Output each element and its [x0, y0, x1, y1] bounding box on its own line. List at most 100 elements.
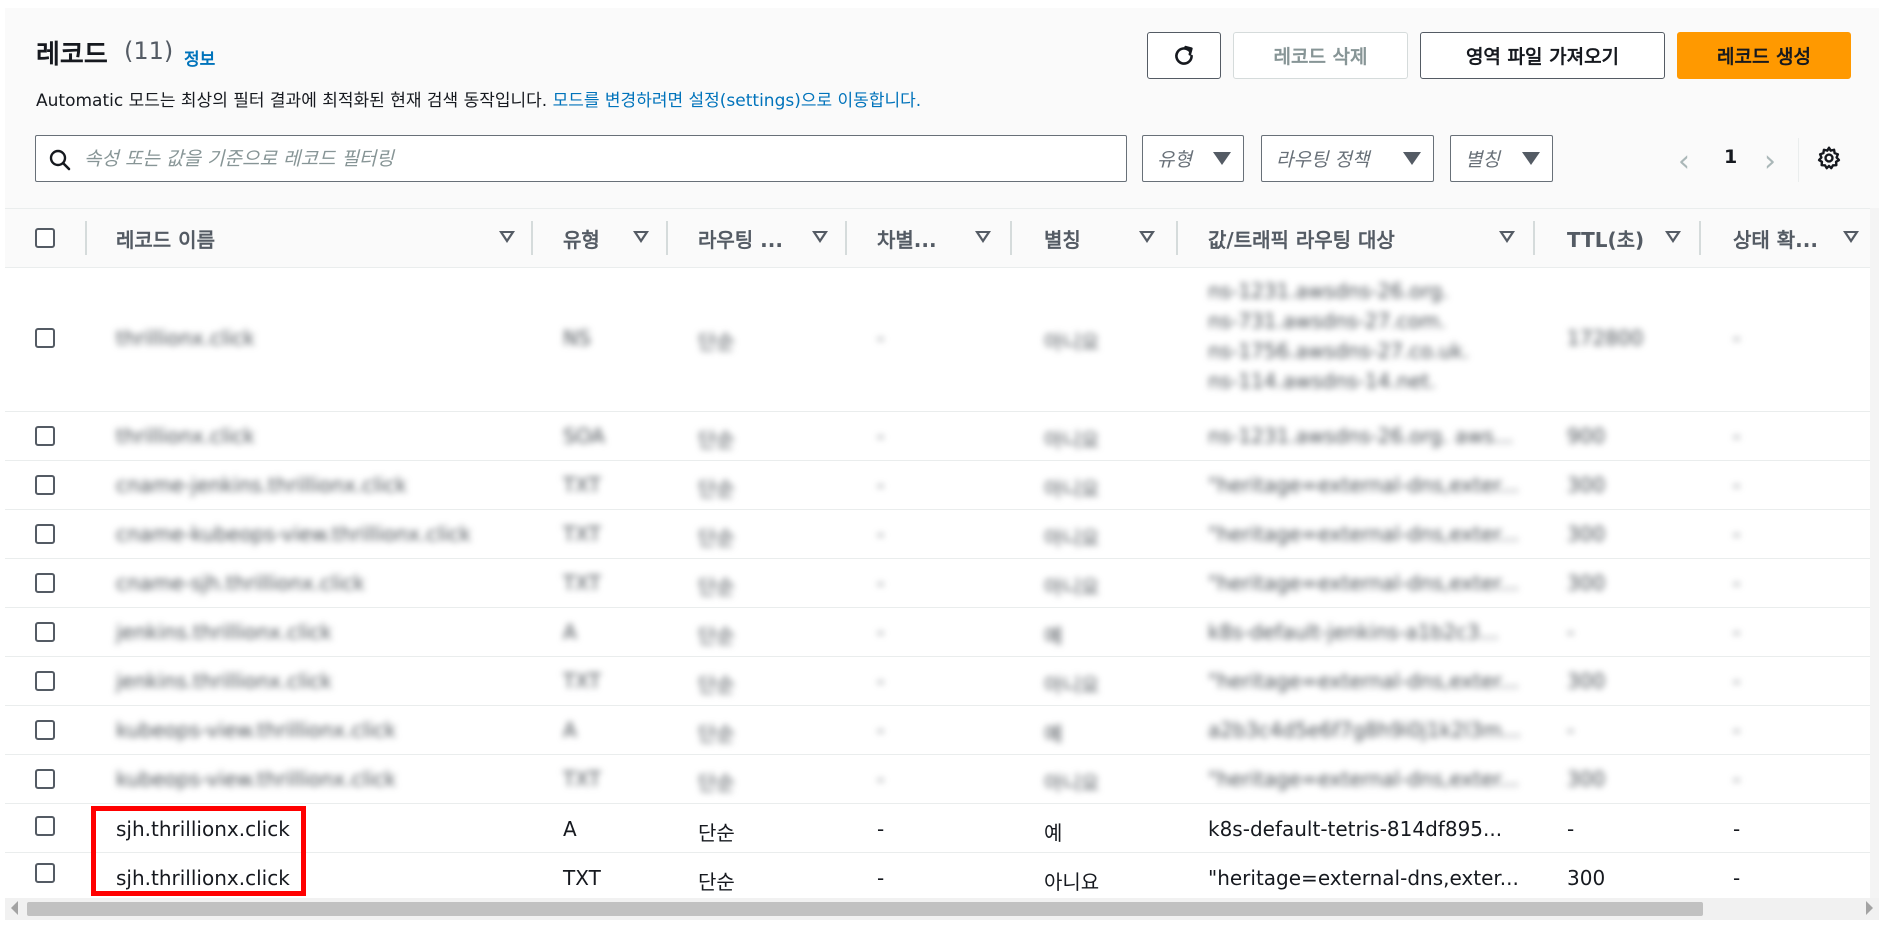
record-type: A	[563, 620, 577, 644]
info-link[interactable]: 정보	[184, 45, 215, 70]
row-checkbox[interactable]	[35, 524, 55, 544]
import-zone-file-button[interactable]: 영역 파일 가져오기	[1420, 32, 1665, 79]
record-health-check: -	[1733, 620, 1741, 644]
sort-icon[interactable]	[975, 231, 991, 243]
record-health-check: -	[1733, 522, 1741, 546]
col-header-value[interactable]: 값/트래픽 라우팅 대상	[1208, 209, 1395, 267]
record-filter-search[interactable]	[35, 135, 1127, 182]
record-differentiator: -	[877, 326, 885, 350]
record-name[interactable]: cname-kubeops-view.thrillionx.click	[116, 522, 471, 546]
record-name[interactable]: jenkins.thrillionx.click	[116, 669, 332, 693]
record-health-check: -	[1733, 866, 1741, 890]
record-differentiator: -	[877, 718, 885, 742]
sort-icon[interactable]	[1499, 231, 1515, 243]
record-name[interactable]: cname-sjh.thrillionx.click	[116, 571, 365, 595]
record-differentiator: -	[877, 522, 885, 546]
table-row[interactable]: kubeops-view.thrillionx.click TXT 단순 - 아…	[5, 755, 1879, 804]
record-ttl: 172800	[1567, 326, 1644, 350]
page-title: 레코드	[36, 40, 108, 70]
record-routing: 단순	[698, 526, 735, 550]
chevron-left-icon[interactable]: ‹	[1678, 144, 1690, 179]
table-row[interactable]: jenkins.thrillionx.click TXT 단순 - 아니요 "h…	[5, 657, 1879, 706]
type-filter-select[interactable]: 유형	[1142, 135, 1244, 182]
sort-icon[interactable]	[1139, 231, 1155, 243]
search-input[interactable]	[84, 136, 1114, 181]
record-ttl: -	[1567, 817, 1575, 841]
row-checkbox[interactable]	[35, 426, 55, 446]
table-row[interactable]: jenkins.thrillionx.click A 단순 - 예 k8s-de…	[5, 608, 1879, 657]
scroll-left-arrow-icon[interactable]	[11, 901, 18, 915]
horizontal-scrollbar[interactable]	[5, 898, 1879, 920]
record-health-check: -	[1733, 817, 1741, 841]
row-checkbox[interactable]	[35, 573, 55, 593]
current-page-number[interactable]: 1	[1724, 146, 1737, 168]
table-row[interactable]: thrillionx.click NS 단순 - 아니요 ns-1231.aws…	[5, 268, 1879, 412]
refresh-button[interactable]	[1147, 32, 1221, 79]
table-row[interactable]: cname-sjh.thrillionx.click TXT 단순 - 아니요 …	[5, 559, 1879, 608]
select-all-checkbox[interactable]	[35, 228, 55, 248]
sort-icon[interactable]	[1843, 231, 1859, 243]
sort-icon[interactable]	[499, 231, 515, 243]
record-alias: 아니요	[1044, 870, 1100, 894]
record-differentiator: -	[877, 669, 885, 693]
record-value-line: ns-1231.awsdns-26.org.	[1208, 279, 1449, 303]
delete-record-button[interactable]: 레코드 삭제	[1233, 32, 1408, 79]
record-type: TXT	[563, 473, 601, 497]
chevron-right-icon[interactable]: ›	[1764, 144, 1776, 179]
col-header-alias[interactable]: 별칭	[1044, 209, 1081, 267]
row-checkbox[interactable]	[35, 475, 55, 495]
column-divider	[666, 221, 668, 255]
refresh-icon	[1175, 45, 1193, 65]
row-checkbox[interactable]	[35, 720, 55, 740]
col-header-health-check[interactable]: 상태 확...	[1733, 209, 1818, 267]
row-checkbox[interactable]	[35, 863, 55, 883]
record-differentiator: -	[877, 866, 885, 890]
record-value: ns-1231.awsdns-26.org. aws...	[1208, 424, 1514, 448]
record-type: NS	[563, 326, 591, 350]
record-type: TXT	[563, 866, 601, 890]
record-name[interactable]: thrillionx.click	[116, 424, 255, 448]
col-header-routing[interactable]: 라우팅 ...	[698, 209, 783, 267]
row-checkbox[interactable]	[35, 769, 55, 789]
record-alias: 아니요	[1044, 428, 1100, 452]
search-icon	[49, 149, 71, 171]
col-header-differentiator[interactable]: 차별...	[877, 209, 937, 267]
table-row[interactable]: cname-kubeops-view.thrillionx.click TXT …	[5, 510, 1879, 559]
col-header-ttl[interactable]: TTL(초)	[1567, 209, 1644, 267]
record-name[interactable]: jenkins.thrillionx.click	[116, 620, 332, 644]
routing-policy-filter-select[interactable]: 라우팅 정책	[1261, 135, 1434, 182]
record-routing: 단순	[698, 722, 735, 746]
record-ttl: -	[1567, 620, 1575, 644]
vertical-scrollbar[interactable]	[1870, 208, 1879, 898]
row-checkbox[interactable]	[35, 622, 55, 642]
row-checkbox[interactable]	[35, 816, 55, 836]
settings-link[interactable]: 모드를 변경하려면 설정(settings)으로 이동합니다.	[553, 91, 922, 111]
record-type: TXT	[563, 571, 601, 595]
record-name[interactable]: cname-jenkins.thrillionx.click	[116, 473, 407, 497]
table-row[interactable]: kubeops-view.thrillionx.click A 단순 - 예 a…	[5, 706, 1879, 755]
record-type: TXT	[563, 522, 601, 546]
record-alias: 예	[1044, 821, 1063, 845]
sort-icon[interactable]	[1665, 231, 1681, 243]
record-value-line: ns-114.awsdns-14.net.	[1208, 369, 1436, 393]
row-checkbox[interactable]	[35, 328, 55, 348]
record-name[interactable]: kubeops-view.thrillionx.click	[116, 718, 396, 742]
record-routing: 단순	[698, 330, 735, 354]
table-row[interactable]: thrillionx.click SOA 단순 - 아니요 ns-1231.aw…	[5, 412, 1879, 461]
table-row[interactable]: cname-jenkins.thrillionx.click TXT 단순 - …	[5, 461, 1879, 510]
col-header-type[interactable]: 유형	[563, 209, 600, 267]
col-header-record-name[interactable]: 레코드 이름	[116, 209, 215, 267]
caret-down-icon	[1403, 152, 1421, 165]
record-name[interactable]: thrillionx.click	[116, 326, 255, 350]
alias-filter-select[interactable]: 별칭	[1450, 135, 1553, 182]
record-value: "heritage=external-dns,exter...	[1208, 571, 1519, 595]
gear-icon[interactable]	[1816, 145, 1842, 171]
sort-icon[interactable]	[633, 231, 649, 243]
horizontal-scrollbar-thumb[interactable]	[27, 902, 1703, 916]
create-record-button[interactable]: 레코드 생성	[1677, 32, 1851, 79]
record-alias: 예	[1044, 624, 1063, 648]
row-checkbox[interactable]	[35, 671, 55, 691]
scroll-right-arrow-icon[interactable]	[1866, 901, 1873, 915]
sort-icon[interactable]	[812, 231, 828, 243]
record-name[interactable]: kubeops-view.thrillionx.click	[116, 767, 396, 791]
